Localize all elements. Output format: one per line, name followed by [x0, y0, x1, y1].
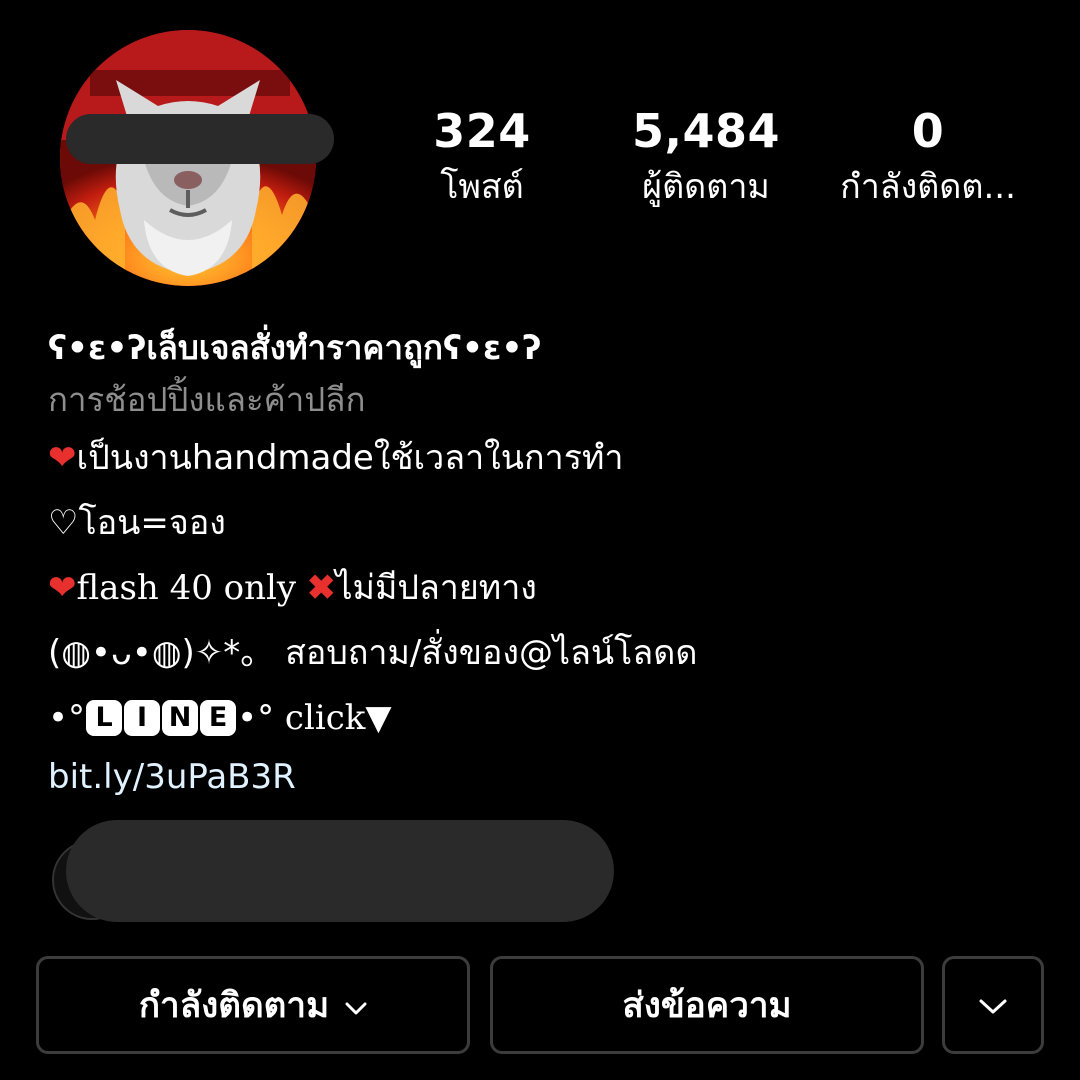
- following-button-label: กำลังติดตาม: [138, 985, 330, 1026]
- bio-line-line-suffix: •° click▼: [237, 698, 392, 738]
- bio-line-line-click: •° L I N E •° click▼: [48, 686, 1048, 751]
- bio-line-flash-text: flash 40 only: [76, 568, 307, 608]
- stat-followers[interactable]: 5,484 ผู้ติดตาม: [596, 100, 816, 212]
- followers-label: ผู้ติดตาม: [642, 167, 770, 207]
- line-badge-i: I: [124, 700, 161, 736]
- following-count: 0: [911, 104, 945, 158]
- heart-icon: ❤: [48, 438, 77, 478]
- chevron-down-icon: [345, 985, 367, 1025]
- bio-line-contact: (◍•ᴗ•◍)✧*。 สอบถาม/สั่งของ@ไลน์โลดด: [48, 633, 698, 673]
- bio-link[interactable]: bit.ly/3uPaB3R: [48, 751, 1048, 803]
- heart-icon: ❤: [48, 568, 77, 608]
- bio-line-handmade-text: เป็นงานhandmadeใช้เวลาในการทำ: [76, 438, 624, 478]
- bio-line-flash: ❤flash 40 only ✖ไม่มีปลายทาง: [48, 556, 1048, 621]
- following-label: กำลังติดต...: [840, 167, 1016, 207]
- bio-line-flash-tail: ไม่มีปลายทาง: [335, 568, 537, 608]
- stat-posts[interactable]: 324 โพสต์: [372, 100, 592, 212]
- stat-following[interactable]: 0 กำลังติดต...: [818, 100, 1038, 212]
- message-button-label: ส่งข้อความ: [622, 985, 792, 1026]
- cross-mark-icon: ✖: [306, 568, 336, 608]
- highlight-redaction-bar: [66, 820, 614, 922]
- chevron-down-icon: [978, 985, 1008, 1025]
- posts-label: โพสต์: [440, 167, 524, 207]
- profile-bio: ʕ•ε•ʔเล็บเจลสั่งทำราคาถูกʕ•ε•ʔ การช้อปปิ…: [48, 322, 1048, 803]
- profile-category: การช้อปปิ้งและค้าปลีก: [48, 380, 366, 419]
- profile-display-name: ʕ•ε•ʔเล็บเจลสั่งทำราคาถูกʕ•ε•ʔ: [48, 328, 542, 367]
- following-button[interactable]: กำลังติดตาม: [36, 956, 470, 1054]
- posts-count: 324: [433, 104, 531, 158]
- followers-count: 5,484: [631, 104, 780, 158]
- bio-line-handmade: ❤เป็นงานhandmadeใช้เวลาในการทำ: [48, 426, 1048, 491]
- name-redaction-bar: [66, 114, 334, 164]
- line-badge-e: E: [200, 700, 237, 736]
- message-button[interactable]: ส่งข้อความ: [490, 956, 924, 1054]
- line-badge-l: L: [86, 700, 123, 736]
- bio-line-transfer: ♡โอน=จอง: [48, 503, 226, 543]
- suggested-accounts-button[interactable]: [942, 956, 1044, 1054]
- line-badge-n: N: [162, 700, 199, 736]
- bio-line-line-prefix: •°: [48, 698, 86, 738]
